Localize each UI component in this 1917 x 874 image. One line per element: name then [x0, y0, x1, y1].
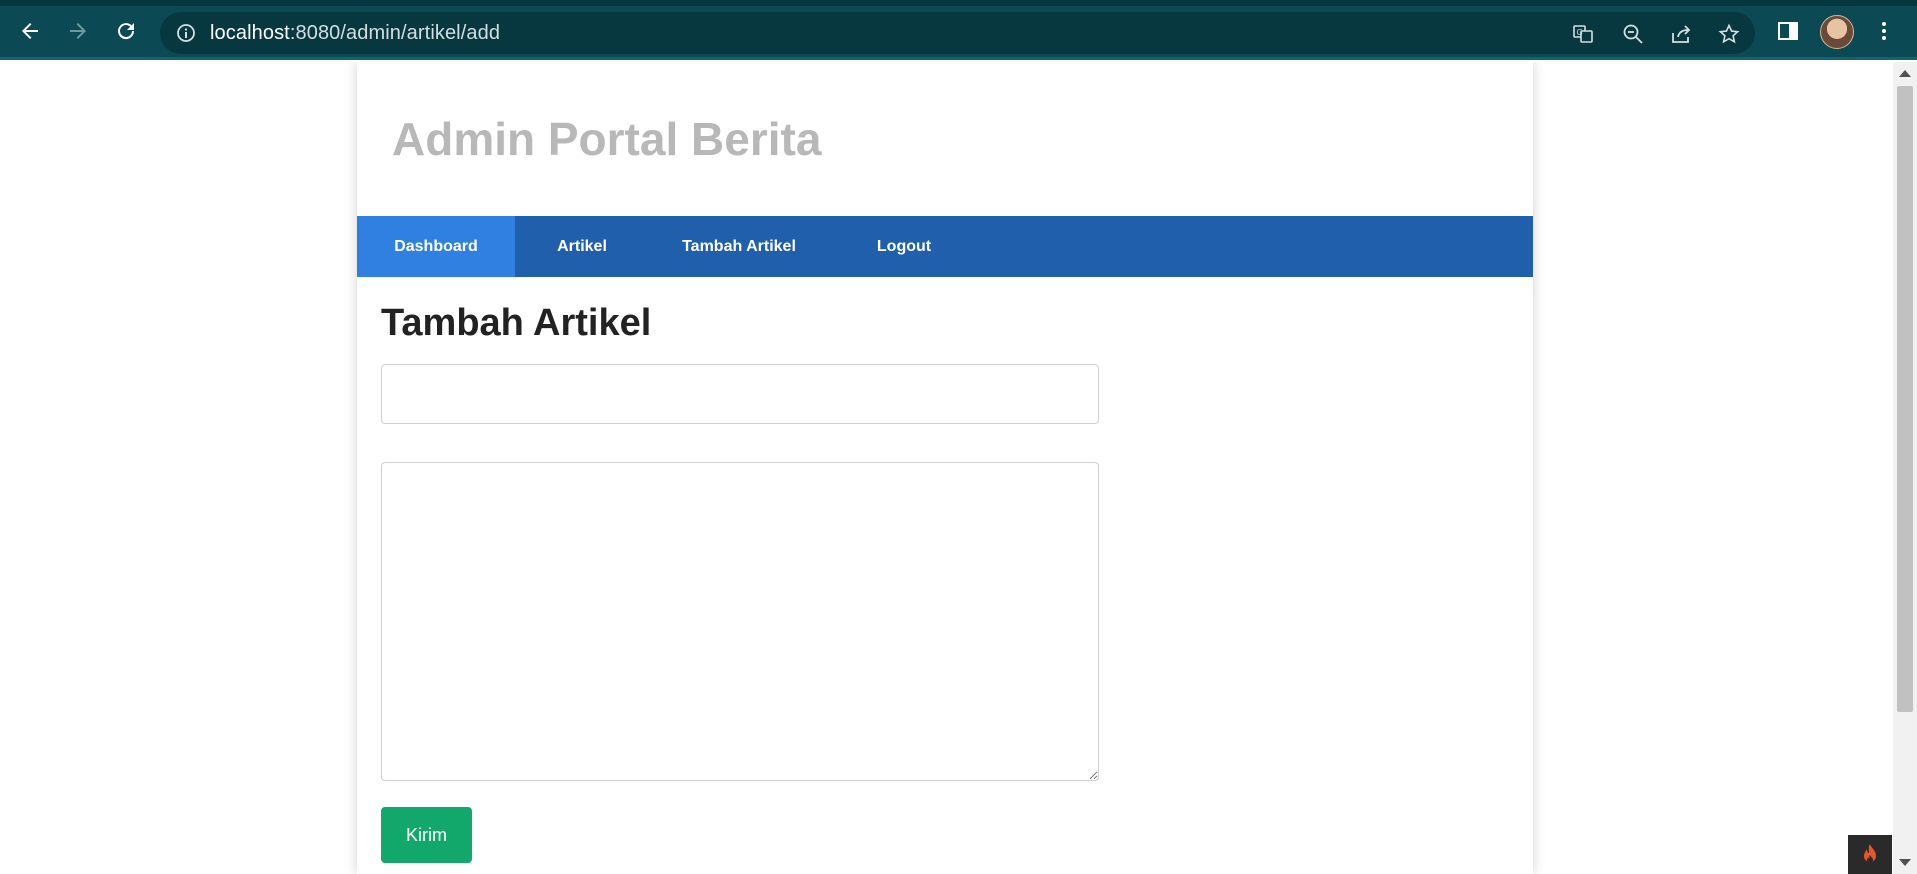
url-text[interactable]: localhost:8080/admin/artikel/add — [210, 22, 500, 45]
zoom-out-icon[interactable] — [1620, 21, 1646, 47]
url-path: :8080/admin/artikel/add — [289, 22, 501, 44]
more-vertical-icon — [1882, 22, 1886, 40]
svg-text:G: G — [1577, 28, 1583, 37]
address-bar[interactable]: localhost:8080/admin/artikel/add G — [160, 12, 1755, 54]
site-title: Admin Portal Berita — [392, 113, 822, 165]
admin-container: Admin Portal Berita Dashboard Artikel Ta… — [357, 62, 1533, 874]
side-panel-icon — [1778, 22, 1798, 40]
main-navbar: Dashboard Artikel Tambah Artikel Logout — [357, 216, 1533, 277]
nav-item-tambah-artikel[interactable]: Tambah Artikel — [649, 216, 829, 277]
browser-toolbar: localhost:8080/admin/artikel/add G — [0, 0, 1917, 60]
submit-button[interactable]: Kirim — [381, 807, 472, 863]
bookmark-star-icon[interactable] — [1716, 21, 1742, 47]
content-textarea[interactable] — [381, 462, 1099, 781]
page-viewport: Admin Portal Berita Dashboard Artikel Ta… — [0, 62, 1893, 874]
profile-avatar[interactable] — [1820, 15, 1854, 49]
nav-item-artikel[interactable]: Artikel — [515, 216, 649, 277]
form-heading: Tambah Artikel — [381, 302, 652, 344]
title-input[interactable] — [381, 364, 1099, 424]
arrow-right-icon — [70, 23, 86, 39]
scroll-down-arrow-icon[interactable] — [1899, 859, 1911, 866]
reload-icon — [118, 23, 135, 40]
back-button[interactable] — [15, 16, 45, 46]
site-info-icon[interactable] — [176, 23, 196, 48]
browser-menu-button[interactable] — [1869, 16, 1899, 46]
url-host: localhost — [210, 22, 290, 44]
flame-icon — [1864, 843, 1876, 863]
share-icon[interactable] — [1668, 21, 1694, 47]
toolbar-divider — [0, 57, 1917, 60]
translate-icon[interactable]: G — [1570, 21, 1596, 47]
page-scrollbar[interactable] — [1893, 62, 1917, 874]
forward-button[interactable] — [63, 16, 93, 46]
nav-item-dashboard[interactable]: Dashboard — [357, 216, 515, 277]
debug-toolbar-button[interactable] — [1848, 835, 1892, 874]
side-panel-button[interactable] — [1773, 16, 1803, 46]
scroll-thumb[interactable] — [1897, 86, 1913, 712]
tab-strip — [0, 0, 1917, 6]
scroll-up-arrow-icon[interactable] — [1899, 70, 1911, 77]
reload-button[interactable] — [111, 16, 141, 46]
nav-item-logout[interactable]: Logout — [829, 216, 979, 277]
arrow-left-icon — [22, 23, 38, 39]
